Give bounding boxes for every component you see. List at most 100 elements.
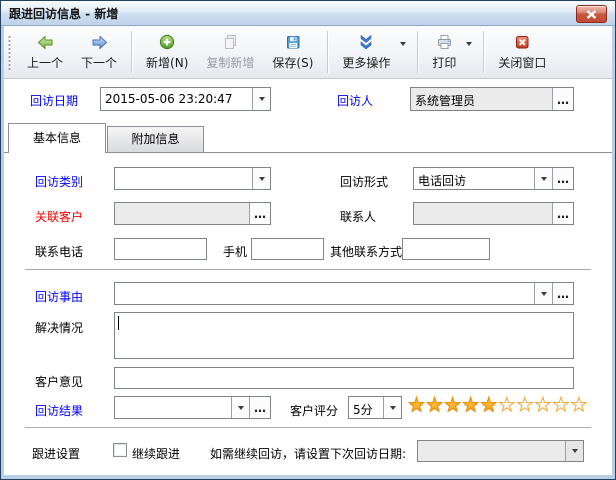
print-button-label: 打印 [432,54,456,71]
star-9[interactable]: ★ [552,396,569,415]
section-divider [25,427,591,428]
toolbar-separator [327,31,328,73]
tab-basic-info[interactable]: 基本信息 [8,123,106,153]
titlebar: 跟进回访信息 - 新增 [1,1,615,26]
customer-rating-label: 客户评分 [290,402,338,419]
visit-result-label: 回访结果 [35,402,83,419]
chevron-down-icon [400,42,406,46]
close-window-icon [514,34,530,51]
contact-phone-input[interactable] [114,238,207,260]
contact-phone-label: 联系电话 [35,243,83,260]
star-2[interactable]: ★ [426,396,443,415]
next-visit-date-dropdown-button[interactable] [565,441,583,461]
add-new-button-label: 新增(N) [146,54,188,71]
visit-date-dropdown-button[interactable] [252,88,270,110]
main-panel: 上一个 下一个 新增(N) [4,26,612,475]
visit-method-dropdown-button[interactable] [534,168,552,189]
visit-category-combo[interactable] [114,167,271,190]
customer-opinion-input[interactable] [114,367,574,389]
chevron-down-icon [259,97,265,101]
tab-additional-info[interactable]: 附加信息 [107,126,204,152]
save-button[interactable]: 保存(S) [263,30,322,75]
previous-button-label: 上一个 [27,54,63,71]
window: 跟进回访信息 - 新增 上一个 下一个 [0,0,616,480]
print-dropdown-caret[interactable] [465,42,478,46]
previous-button[interactable]: 上一个 [18,30,72,75]
window-title: 跟进回访信息 - 新增 [9,5,118,22]
arrow-right-icon [91,34,108,51]
visit-reason-dropdown-button[interactable] [534,283,552,304]
visitor-lookup-button[interactable]: … [552,88,573,110]
visitor-field[interactable]: 系统管理员 … [410,87,574,111]
visit-method-lookup-button[interactable]: … [552,168,573,189]
form-area: 回访日期 2015-05-06 23:20:47 回访人 系统管理员 … 基本信… [4,79,612,474]
star-5[interactable]: ★ [480,396,497,415]
chevron-down-icon [259,177,265,181]
close-window-button[interactable]: 关闭窗口 [489,30,555,75]
print-icon [436,34,453,51]
contact-person-lookup-button[interactable]: … [552,203,573,224]
close-icon [586,10,597,19]
chevron-down-icon [390,406,396,410]
visit-result-combo[interactable]: … [114,396,271,419]
visit-result-dropdown-button[interactable] [231,397,249,418]
section-divider [25,269,591,270]
visit-category-value [115,168,252,189]
star-6[interactable]: ★ [498,396,515,415]
next-button[interactable]: 下一个 [72,30,126,75]
continue-follow-up-checkbox[interactable] [113,443,127,457]
other-contact-input[interactable] [402,238,490,260]
mobile-input[interactable] [251,238,324,260]
visit-method-combo[interactable]: 电话回访 … [413,167,574,190]
contact-person-label: 联系人 [340,208,376,225]
visit-reason-combo[interactable]: … [114,282,574,305]
print-button[interactable]: 打印 [423,30,465,75]
titlebar-close-button[interactable] [576,5,607,23]
visitor-value: 系统管理员 [411,88,552,110]
star-1[interactable]: ★ [408,396,425,415]
tab-basic-info-label: 基本信息 [33,131,81,145]
related-customer-lookup-button[interactable]: … [249,203,270,224]
related-customer-field[interactable]: … [114,202,271,225]
next-button-label: 下一个 [81,54,117,71]
resolution-label: 解决情况 [35,319,83,336]
star-3[interactable]: ★ [444,396,461,415]
related-customer-value [115,203,249,224]
visit-result-value [115,397,231,418]
save-button-label: 保存(S) [272,54,313,71]
copy-new-button-label: 复制新增 [206,54,254,71]
arrow-left-icon [37,34,54,51]
star-10[interactable]: ★ [570,396,587,415]
copy-icon [222,34,238,51]
customer-rating-dropdown-button[interactable] [383,397,401,418]
next-visit-date-value [418,441,565,461]
more-actions-dropdown-caret[interactable] [399,42,412,46]
mobile-label: 手机 [223,243,247,260]
star-7[interactable]: ★ [516,396,533,415]
contact-person-field[interactable]: … [413,202,574,225]
toolbar-grip-handle[interactable] [8,35,11,71]
more-actions-button[interactable]: 更多操作 [333,30,399,75]
continue-follow-up-label: 继续跟进 [132,445,180,462]
star-4[interactable]: ★ [462,396,479,415]
visit-reason-lookup-button[interactable]: … [552,283,573,304]
tab-additional-info-label: 附加信息 [131,132,179,146]
visit-result-lookup-button[interactable]: … [249,397,270,418]
copy-new-button[interactable]: 复制新增 [197,30,263,75]
add-icon [159,34,175,51]
add-new-button[interactable]: 新增(N) [137,30,197,75]
resolution-textarea[interactable] [114,312,574,359]
text-cursor [118,316,119,330]
visit-reason-label: 回访事由 [35,288,83,305]
customer-opinion-label: 客户意见 [35,373,83,390]
more-actions-icon [358,34,374,51]
visit-date-field[interactable]: 2015-05-06 23:20:47 [100,87,271,111]
save-icon [285,34,301,51]
star-8[interactable]: ★ [534,396,551,415]
visit-category-dropdown-button[interactable] [252,168,270,189]
next-visit-date-combo[interactable] [417,440,584,462]
visit-date-label: 回访日期 [30,92,78,109]
customer-rating-combo[interactable]: 5分 [348,396,402,419]
follow-up-settings-label: 跟进设置 [32,445,80,462]
visit-date-value: 2015-05-06 23:20:47 [101,88,252,110]
